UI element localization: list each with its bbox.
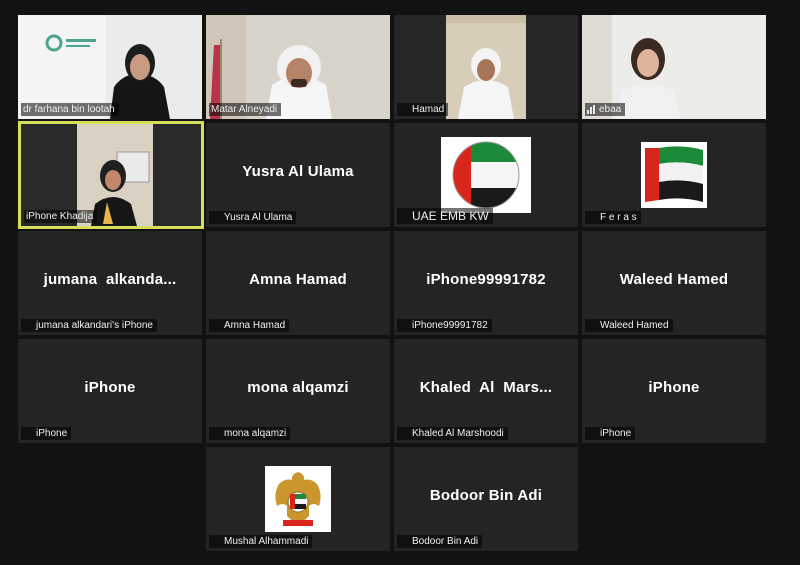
participant-name: mona alqamzi — [224, 428, 287, 439]
muted-mic-icon — [587, 321, 597, 331]
participant-name-label: Mushal Alhammadi — [209, 535, 313, 548]
participant-tile[interactable]: dr farhana bin lootah — [18, 15, 202, 119]
participant-name-label: Matar Alneyadi — [209, 103, 282, 116]
muted-mic-icon — [587, 213, 597, 223]
participant-tile[interactable]: UAE EMB KW — [394, 123, 578, 227]
participant-name-label: Amna Hamad — [209, 319, 290, 332]
participant-display-name: Khaled Al Mars... — [419, 379, 553, 396]
audio-level-icon — [587, 105, 596, 114]
participant-name-label: dr farhana bin lootah — [21, 103, 119, 116]
participant-tile[interactable]: iPhone iPhone — [18, 339, 202, 443]
participant-name-label: iPhone Khadija — [24, 210, 98, 223]
muted-mic-icon — [23, 429, 33, 439]
participant-name: Matar Alneyadi — [211, 104, 278, 115]
participant-tile[interactable]: Mushal Alhammadi — [206, 447, 390, 551]
muted-mic-icon — [399, 211, 409, 221]
participant-name-label: Hamad — [397, 103, 449, 116]
participant-name-label: Bodoor Bin Adi — [397, 535, 483, 548]
participant-name-label: mona alqamzi — [209, 427, 291, 440]
participant-name: dr farhana bin lootah — [23, 104, 115, 115]
participant-name: UAE EMB KW — [412, 209, 489, 223]
participant-name-label: Waleed Hamed — [585, 319, 673, 332]
participant-name: iPhone — [600, 428, 632, 439]
participant-name: iPhone99991782 — [412, 320, 488, 331]
participant-tile[interactable]: ebaa — [582, 15, 766, 119]
uae-flag-waving-picture — [641, 142, 707, 208]
uae-flag-round-picture — [441, 137, 531, 213]
participant-tile[interactable]: Waleed Hamed Waleed Hamed — [582, 231, 766, 335]
participant-name-label: iPhone — [585, 427, 636, 440]
participant-display-name: Yusra Al Ulama — [242, 163, 354, 180]
participant-name: Yusra Al Ulama — [224, 212, 293, 223]
participant-tile[interactable]: F e r a s — [582, 123, 766, 227]
participant-display-name: jumana alkanda... — [43, 271, 177, 288]
muted-mic-icon — [211, 321, 221, 331]
participant-display-name: iPhone — [648, 379, 700, 396]
participant-tile[interactable]: mona alqamzi mona alqamzi — [206, 339, 390, 443]
participant-name: Khaled Al Marshoodi — [412, 428, 504, 439]
participant-name: Waleed Hamed — [600, 320, 669, 331]
participant-display-name: Amna Hamad — [249, 271, 347, 288]
participant-tile[interactable]: Matar Alneyadi — [206, 15, 390, 119]
muted-mic-icon — [399, 429, 409, 439]
muted-mic-icon — [211, 537, 221, 547]
participant-display-name: Bodoor Bin Adi — [429, 487, 543, 504]
participant-name-label: iPhone — [21, 427, 72, 440]
participant-name: Bodoor Bin Adi — [412, 536, 479, 547]
muted-mic-icon — [23, 321, 33, 331]
participant-name: iPhone Khadija — [26, 211, 94, 222]
participant-tile[interactable]: iPhone iPhone — [582, 339, 766, 443]
participant-name: jumana alkandari's iPhone — [36, 320, 153, 331]
participant-display-name: mona alqamzi — [247, 379, 349, 396]
participant-name-label: F e r a s — [585, 211, 641, 224]
participant-name: Amna Hamad — [224, 320, 286, 331]
participant-tile[interactable]: Amna Hamad Amna Hamad — [206, 231, 390, 335]
participant-tile[interactable]: Bodoor Bin Adi Bodoor Bin Adi — [394, 447, 578, 551]
muted-mic-icon — [211, 213, 221, 223]
muted-mic-icon — [399, 321, 409, 331]
muted-mic-icon — [399, 537, 409, 547]
participant-name-label: jumana alkandari's iPhone — [21, 319, 157, 332]
muted-mic-icon — [211, 429, 221, 439]
participant-name-label: Khaled Al Marshoodi — [397, 427, 508, 440]
participant-tile[interactable]: iPhone99991782 iPhone99991782 — [394, 231, 578, 335]
participant-name-label: iPhone99991782 — [397, 319, 492, 332]
muted-mic-icon — [587, 429, 597, 439]
participant-tile[interactable]: Hamad — [394, 15, 578, 119]
participant-name-label: UAE EMB KW — [397, 208, 493, 224]
participant-tile[interactable]: Khaled Al Mars... Khaled Al Marshoodi — [394, 339, 578, 443]
participant-name-label: ebaa — [585, 103, 626, 116]
participant-tile[interactable]: Yusra Al Ulama Yusra Al Ulama — [206, 123, 390, 227]
participant-tile-active-speaker[interactable]: iPhone Khadija — [18, 121, 204, 229]
participant-name: iPhone — [36, 428, 68, 439]
participant-name: ebaa — [599, 104, 622, 115]
participant-display-name: Waleed Hamed — [619, 271, 729, 288]
uae-emblem-picture — [265, 466, 331, 532]
participant-tile[interactable]: jumana alkanda... jumana alkandari's iPh… — [18, 231, 202, 335]
participant-name: Hamad — [412, 104, 445, 115]
participant-display-name: iPhone — [84, 379, 136, 396]
muted-mic-icon — [399, 105, 409, 115]
participant-display-name: iPhone99991782 — [426, 271, 546, 288]
participant-name-label: Yusra Al Ulama — [209, 211, 297, 224]
participant-name: Mushal Alhammadi — [224, 536, 309, 547]
participant-name: F e r a s — [600, 212, 637, 223]
